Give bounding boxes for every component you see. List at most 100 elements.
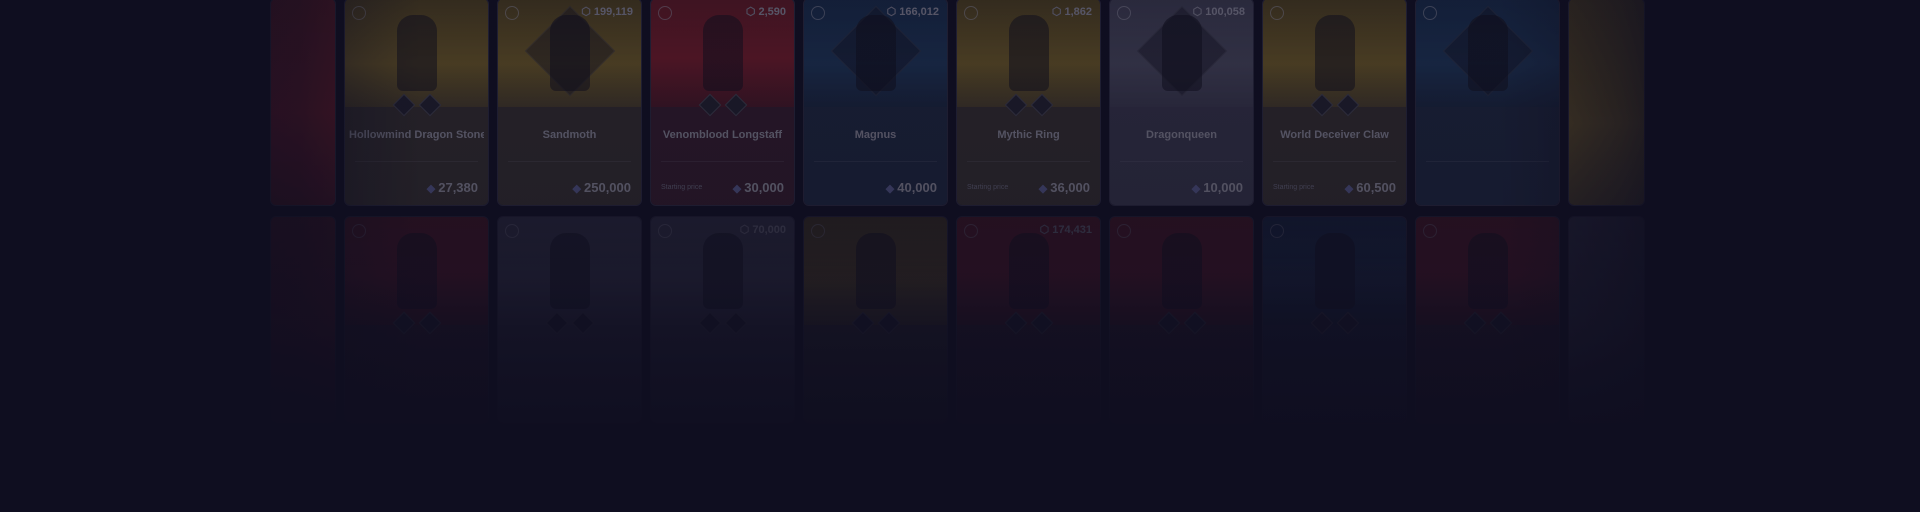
currency-icon: ◆ [1191, 183, 1201, 195]
rarity-icon [505, 6, 519, 20]
item-price: ◆ 30,000 [733, 180, 784, 195]
item-card[interactable]: Hollowmind Dragon Stone ◆ 27,380 [344, 0, 489, 206]
attribute-badge-icon [1336, 93, 1359, 117]
item-price: ◆ 36,000 [1039, 180, 1090, 195]
attribute-badge-icon [418, 93, 441, 117]
item-name: Sandmoth [542, 129, 597, 141]
price-label: Starting price [967, 184, 1009, 191]
card-divider [508, 161, 631, 162]
item-name: Dragonqueen [1146, 129, 1217, 141]
item-card[interactable]: ⬡ 166,012 Magnus ◆ 40,000 [803, 0, 948, 206]
attribute-badge-icon [418, 311, 441, 335]
attribute-badges [1310, 93, 1359, 117]
rarity-icon [1117, 224, 1131, 238]
item-card[interactable] [803, 216, 948, 424]
price-value: 30,000 [744, 180, 784, 195]
card-artwork [271, 217, 335, 423]
item-icon [1008, 233, 1049, 309]
attribute-badges [545, 311, 594, 335]
card-divider [1273, 161, 1396, 162]
price-value: 36,000 [1050, 180, 1090, 195]
card-divider [661, 161, 784, 162]
supply-icon: ⬡ [1051, 6, 1062, 18]
item-card[interactable] [1415, 0, 1560, 206]
item-card[interactable] [1415, 216, 1560, 424]
rarity-icon [1270, 6, 1284, 20]
item-icon [396, 233, 437, 309]
item-icon [549, 233, 590, 309]
item-card[interactable] [497, 216, 642, 424]
item-card[interactable] [270, 216, 336, 424]
item-card[interactable] [1568, 216, 1645, 424]
attribute-badge-icon [1489, 311, 1512, 335]
item-card[interactable]: ⬡ 1,862 Mythic Ring Starting price ◆ 36,000 [956, 0, 1101, 206]
item-card[interactable] [344, 216, 489, 424]
item-icon [1467, 233, 1508, 309]
supply-icon: ⬡ [1192, 6, 1203, 18]
item-card[interactable]: ⬡ 174,431 [956, 216, 1101, 424]
supply-value: 70,000 [752, 224, 786, 236]
attribute-badges [1463, 311, 1512, 335]
supply-value: 1,862 [1064, 6, 1092, 18]
card-info-panel [498, 325, 641, 423]
attribute-badge-icon [1463, 311, 1486, 335]
currency-icon: ◆ [1038, 183, 1048, 195]
character-icon [549, 15, 590, 91]
attribute-badge-icon [1310, 311, 1333, 335]
supply-count: ⬡ 100,058 [1193, 5, 1245, 18]
attribute-badge-icon [877, 311, 900, 335]
supply-icon: ⬡ [581, 6, 591, 18]
price-label: Starting price [661, 184, 703, 191]
staff-icon [702, 15, 743, 91]
rarity-icon [811, 6, 825, 20]
item-icon [1161, 233, 1202, 309]
supply-icon: ⬡ [1039, 224, 1050, 236]
card-divider [1426, 161, 1549, 162]
attribute-badges [1157, 311, 1206, 335]
supply-icon: ⬡ [745, 6, 756, 18]
supply-count: ⬡ 166,012 [887, 5, 939, 18]
currency-icon: ◆ [1344, 183, 1354, 195]
supply-value: 100,058 [1205, 6, 1245, 18]
attribute-badge-icon [698, 311, 721, 335]
item-card[interactable]: ⬡ 70,000 [650, 216, 795, 424]
character-icon [1467, 15, 1508, 91]
rarity-icon [505, 224, 519, 238]
currency-icon: ◆ [426, 183, 436, 195]
claw-icon [1314, 15, 1355, 91]
ring-icon [1008, 15, 1049, 91]
currency-icon: ◆ [572, 183, 581, 195]
attribute-badge-icon [392, 311, 415, 335]
attribute-badge-icon [571, 311, 594, 335]
attribute-badge-icon [1004, 311, 1027, 335]
boots-icon [396, 15, 437, 91]
card-info-panel [1416, 107, 1559, 205]
item-card[interactable]: ⬡ 100,058 Dragonqueen ◆ 10,000 [1109, 0, 1254, 206]
currency-icon: ◆ [732, 183, 742, 195]
supply-count: ⬡ 2,590 [746, 5, 786, 18]
item-card[interactable] [1262, 216, 1407, 424]
item-icon [855, 233, 896, 309]
item-price: ◆ 27,380 [427, 180, 478, 195]
item-icon [1314, 233, 1355, 309]
price-value: 250,000 [584, 180, 631, 195]
item-card[interactable] [1568, 0, 1645, 206]
rarity-icon [658, 224, 672, 238]
attribute-badge-icon [1336, 311, 1359, 335]
item-card[interactable] [270, 0, 336, 206]
supply-icon: ⬡ [886, 6, 897, 18]
rarity-icon [964, 6, 978, 20]
supply-value: 166,012 [899, 6, 939, 18]
character-icon [1161, 15, 1202, 91]
item-icon [702, 233, 743, 309]
item-card[interactable]: ⬡ 199,119 Sandmoth ◆ 250,000 [497, 0, 642, 206]
attribute-badges [1004, 93, 1053, 117]
rarity-icon [1423, 6, 1437, 20]
card-artwork [271, 0, 335, 205]
item-card[interactable] [1109, 216, 1254, 424]
item-card[interactable]: ⬡ 2,590 Venomblood Longstaff Starting price… [650, 0, 795, 206]
item-price: ◆ 40,000 [886, 180, 937, 195]
item-card[interactable]: World Deceiver Claw Starting price ◆ 60,500 [1262, 0, 1407, 206]
card-info-panel [1110, 325, 1253, 423]
attribute-badge-icon [724, 311, 747, 335]
